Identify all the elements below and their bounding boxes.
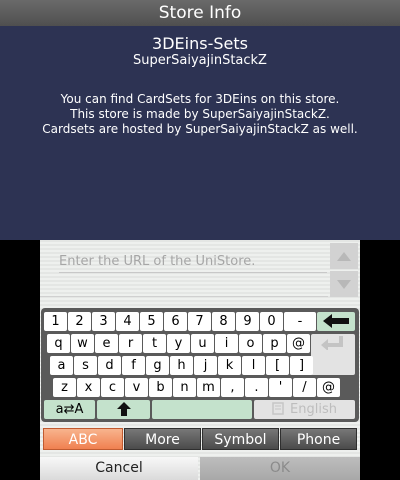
key[interactable]: r <box>119 334 142 353</box>
scroll-up-button[interactable] <box>330 243 358 269</box>
key[interactable]: w <box>71 334 94 353</box>
key[interactable]: b <box>149 378 172 397</box>
bottom-screen: 1 2 3 4 5 6 7 8 9 0 - q w e r t y u i o … <box>40 240 360 480</box>
key[interactable]: v <box>125 378 148 397</box>
key[interactable]: n <box>173 378 196 397</box>
key[interactable]: i <box>215 334 238 353</box>
key[interactable]: h <box>170 356 193 375</box>
language-key[interactable]: English <box>254 400 355 419</box>
key[interactable]: c <box>101 378 124 397</box>
key[interactable]: a <box>50 356 73 375</box>
key[interactable]: 9 <box>236 312 259 331</box>
language-label: English <box>290 402 337 417</box>
key[interactable]: p <box>263 334 286 353</box>
key[interactable]: 3 <box>92 312 115 331</box>
store-author: SuperSaiyajinStackZ <box>133 53 267 68</box>
triangle-down-icon <box>337 279 351 289</box>
triangle-up-icon <box>337 251 351 261</box>
backspace-key[interactable] <box>317 312 355 331</box>
key[interactable]: , <box>221 378 244 397</box>
key[interactable]: ] <box>290 356 313 375</box>
key[interactable]: m <box>197 378 220 397</box>
tab-abc[interactable]: ABC <box>43 428 123 450</box>
key[interactable]: 8 <box>212 312 235 331</box>
keyboard: 1 2 3 4 5 6 7 8 9 0 - q w e r t y u i o … <box>41 308 359 422</box>
cancel-button[interactable]: Cancel <box>40 457 198 480</box>
store-name: 3DEins-Sets <box>152 34 248 53</box>
key[interactable]: 6 <box>164 312 187 331</box>
tab-more[interactable]: More <box>124 428 201 450</box>
key[interactable]: 7 <box>188 312 211 331</box>
key[interactable]: x <box>77 378 100 397</box>
key[interactable]: 4 <box>116 312 139 331</box>
key[interactable]: e <box>95 334 118 353</box>
keyboard-mode-tabs: ABC More Symbol Phone <box>41 426 359 452</box>
left-arrow-icon <box>323 314 349 328</box>
key[interactable]: z <box>53 378 76 397</box>
up-arrow-icon <box>116 402 131 416</box>
store-description: You can find CardSets for 3DEins on this… <box>0 92 400 137</box>
key[interactable]: @ <box>287 334 310 353</box>
key[interactable]: f <box>122 356 145 375</box>
description-line: Cardsets are hosted by SuperSaiyajinStac… <box>42 122 358 136</box>
key[interactable]: l <box>242 356 265 375</box>
enter-key[interactable] <box>311 334 355 375</box>
ok-button[interactable]: OK <box>200 457 360 480</box>
key[interactable]: ' <box>269 378 292 397</box>
key[interactable]: j <box>194 356 217 375</box>
key[interactable]: 1 <box>44 312 67 331</box>
document-icon <box>272 402 284 415</box>
scroll-down-button[interactable] <box>330 271 358 297</box>
key[interactable]: 2 <box>68 312 91 331</box>
enter-arrow-icon <box>321 336 343 351</box>
divider <box>40 296 328 297</box>
key[interactable]: 0 <box>260 312 283 331</box>
key[interactable]: [ <box>266 356 289 375</box>
shift-key[interactable] <box>97 400 150 419</box>
tab-symbol[interactable]: Symbol <box>202 428 279 450</box>
url-entry-area <box>40 240 360 304</box>
key[interactable]: s <box>74 356 97 375</box>
key[interactable]: k <box>218 356 241 375</box>
shift-toggle-key[interactable]: a⇄A <box>44 400 95 419</box>
space-key[interactable] <box>152 400 252 419</box>
key[interactable]: q <box>47 334 70 353</box>
key[interactable]: / <box>293 378 316 397</box>
key[interactable]: u <box>191 334 214 353</box>
key[interactable]: - <box>284 312 316 331</box>
url-input[interactable] <box>59 251 327 273</box>
key[interactable]: g <box>146 356 169 375</box>
key[interactable]: o <box>239 334 262 353</box>
top-screen: Store Info 3DEins-Sets SuperSaiyajinStac… <box>0 0 400 240</box>
description-line: This store is made by SuperSaiyajinStack… <box>70 107 330 121</box>
tab-phone[interactable]: Phone <box>280 428 357 450</box>
description-line: You can find CardSets for 3DEins on this… <box>60 92 340 106</box>
key[interactable]: t <box>143 334 166 353</box>
key[interactable]: @ <box>317 378 340 397</box>
key[interactable]: d <box>98 356 121 375</box>
key[interactable]: y <box>167 334 190 353</box>
store-info-title: Store Info <box>0 0 400 26</box>
key[interactable]: 5 <box>140 312 163 331</box>
key[interactable]: . <box>245 378 268 397</box>
